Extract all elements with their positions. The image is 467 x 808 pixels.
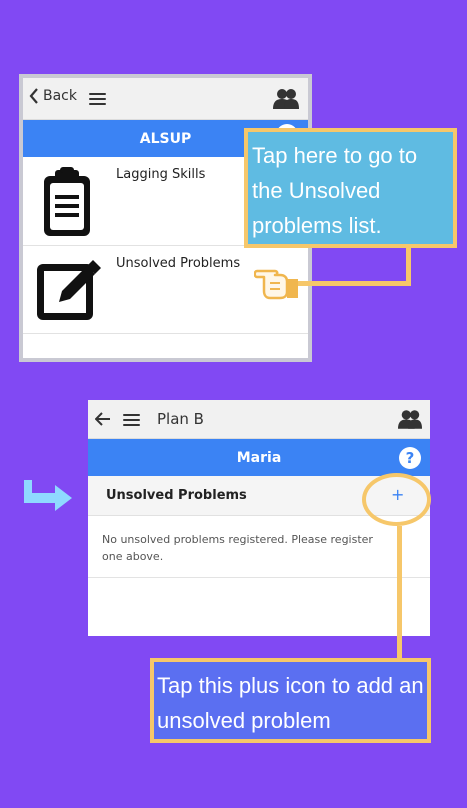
app-header: Plan B (88, 400, 430, 439)
clipboard-icon (44, 167, 90, 236)
list-item-label: Unsolved Problems (116, 256, 241, 271)
users-icon[interactable] (273, 88, 299, 110)
app-header: Back (23, 78, 308, 120)
title-bar: Maria (88, 439, 430, 476)
menu-icon[interactable] (89, 90, 106, 108)
callout-text: Tap this plus icon to add an unsolved pr… (157, 673, 424, 733)
callout-unsolved-list: Tap here to go to the Unsolved problems … (244, 128, 457, 248)
empty-state-message: No unsolved problems registered. Please … (102, 533, 373, 563)
help-icon[interactable]: ? (399, 447, 421, 469)
callout-connector (294, 281, 411, 286)
back-label: Back (43, 88, 77, 104)
users-icon[interactable] (398, 409, 422, 430)
highlight-ring (362, 473, 431, 526)
edit-icon (37, 260, 101, 320)
page-title: ALSUP (139, 130, 192, 147)
page-title: Plan B (157, 410, 204, 428)
menu-icon[interactable] (123, 411, 140, 429)
callout-connector (397, 526, 402, 658)
back-arrow-icon[interactable] (95, 412, 111, 426)
section-title: Unsolved Problems (106, 488, 247, 503)
divider (88, 577, 430, 578)
pointing-hand-icon (254, 269, 298, 300)
arrow-right-icon (24, 480, 72, 511)
chevron-left-icon (29, 88, 38, 104)
list-item-label: Lagging Skills (116, 167, 206, 182)
child-name: Maria (236, 449, 282, 466)
back-button[interactable]: Back (29, 88, 77, 104)
callout-text: Tap here to go to the Unsolved problems … (252, 143, 418, 238)
callout-add-problem: Tap this plus icon to add an unsolved pr… (150, 658, 431, 743)
